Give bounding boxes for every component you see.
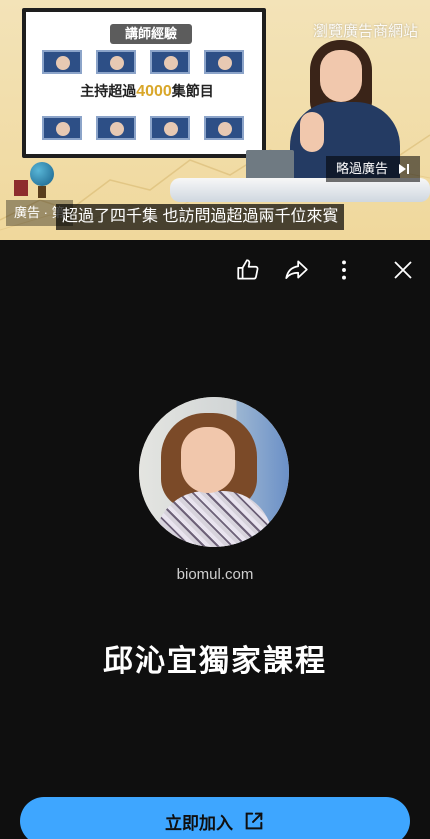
ad-video-player[interactable]: 講師經驗 主持超過4000集節目 瀏覽廣告商網站 略過廣告 廣告 · 第 超過了…	[0, 0, 430, 240]
slide-photo-cell	[42, 116, 82, 140]
video-caption: 超過了四千集 也訪問過超過兩千位來賓	[56, 204, 345, 230]
globe-icon	[30, 162, 54, 186]
open-external-icon	[245, 812, 263, 830]
advertiser-avatar[interactable]	[139, 397, 289, 547]
slide-photo-cell	[150, 50, 190, 74]
slide-banner: 主持超過4000集節目	[62, 76, 232, 106]
ad-action-bar	[0, 252, 430, 288]
books-prop	[14, 180, 28, 196]
more-options-button[interactable]	[330, 256, 358, 284]
advertiser-domain[interactable]: biomul.com	[0, 566, 430, 583]
join-now-label: 立即加入	[165, 813, 233, 833]
skip-next-icon	[399, 164, 409, 174]
slide-banner-prefix: 主持超過	[80, 83, 137, 99]
slide-photo-cell	[96, 50, 136, 74]
skip-ad-label: 略過廣告	[335, 161, 388, 176]
like-button[interactable]	[234, 256, 262, 284]
slide-photo-cell	[96, 116, 136, 140]
slide-photo-cell	[150, 116, 190, 140]
skip-ad-button[interactable]: 略過廣告	[325, 156, 420, 182]
slide-banner-suffix: 集節目	[171, 83, 214, 99]
slide-banner-accent: 4000	[136, 83, 172, 100]
slide-title: 講師經驗	[110, 24, 192, 44]
presentation-slide: 講師經驗 主持超過4000集節目	[22, 8, 266, 158]
thumbs-up-icon	[237, 259, 259, 280]
join-now-button[interactable]: 立即加入	[20, 797, 410, 839]
close-button[interactable]	[389, 256, 417, 284]
share-button[interactable]	[282, 256, 310, 284]
slide-photo-cell	[204, 50, 244, 74]
slide-photo-cell	[204, 116, 244, 140]
share-icon	[285, 260, 308, 279]
slide-photo-cell	[42, 50, 82, 74]
globe-stand	[38, 186, 46, 198]
visit-advertiser-link[interactable]: 瀏覽廣告商網站	[313, 20, 418, 41]
advertiser-title: 邱沁宜獨家課程	[103, 645, 327, 678]
more-vertical-icon	[342, 260, 346, 280]
close-icon	[394, 261, 412, 279]
